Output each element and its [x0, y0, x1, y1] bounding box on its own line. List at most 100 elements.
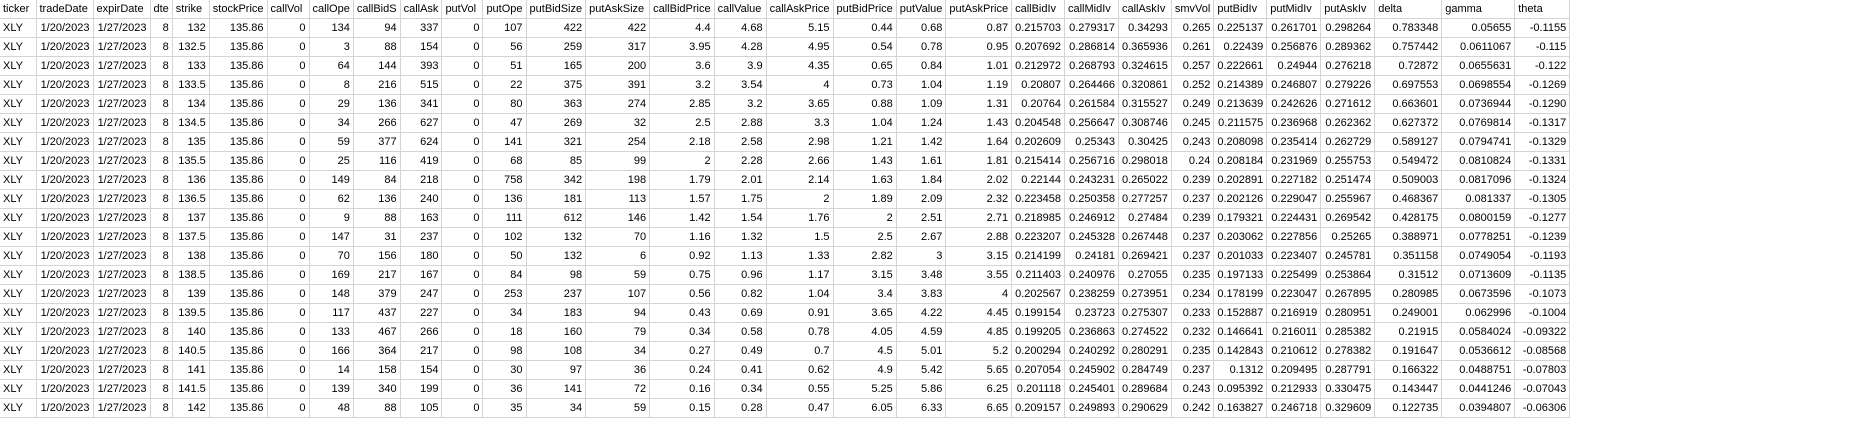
cell-putMidIv[interactable]: 0.256876: [1266, 37, 1322, 57]
cell-tradeDate[interactable]: 1/20/2023: [36, 246, 94, 266]
column-header-putBidPrice[interactable]: putBidPrice: [833, 0, 897, 19]
cell-putAskPrice[interactable]: 4: [945, 284, 1013, 304]
cell-callOpenInterest[interactable]: 64: [309, 56, 354, 76]
cell-putBidIv[interactable]: 0.178199: [1213, 284, 1268, 304]
cell-putOpenInterest[interactable]: 107: [482, 18, 527, 38]
cell-delta[interactable]: 0.509003: [1374, 170, 1443, 190]
cell-callMidIv[interactable]: 0.279317: [1064, 18, 1119, 38]
cell-callAskIv[interactable]: 0.265022: [1118, 170, 1172, 190]
cell-putOpenInterest[interactable]: 136: [482, 189, 527, 209]
cell-callBidIv[interactable]: 0.214199: [1011, 246, 1065, 266]
cell-ticker[interactable]: XLY: [0, 341, 37, 361]
cell-putBidSize[interactable]: 363: [526, 94, 587, 114]
cell-putBidPrice[interactable]: 3.4: [833, 284, 897, 304]
cell-callAskSize[interactable]: 154: [400, 360, 443, 380]
cell-putMidIv[interactable]: 0.223407: [1266, 246, 1322, 266]
cell-theta[interactable]: -0.1004: [1514, 303, 1571, 323]
cell-putBidIv[interactable]: 0.201033: [1213, 246, 1268, 266]
cell-delta[interactable]: 0.428175: [1374, 208, 1443, 228]
cell-putVolume[interactable]: 0: [441, 227, 484, 247]
cell-callMidIv[interactable]: 0.24181: [1064, 246, 1119, 266]
cell-strike[interactable]: 137: [172, 208, 210, 228]
cell-ticker[interactable]: XLY: [0, 56, 37, 76]
cell-callVolume[interactable]: 0: [267, 303, 310, 323]
column-header-ticker[interactable]: ticker: [0, 0, 37, 19]
cell-putMidIv[interactable]: 0.223047: [1266, 284, 1322, 304]
cell-strike[interactable]: 133: [172, 56, 210, 76]
cell-callBidPrice[interactable]: 0.92: [649, 246, 715, 266]
cell-callOpenInterest[interactable]: 133: [309, 322, 354, 342]
cell-callBidSize[interactable]: 94: [353, 18, 401, 38]
cell-callAskPrice[interactable]: 1.17: [766, 265, 834, 285]
cell-callBidPrice[interactable]: 3.95: [649, 37, 715, 57]
cell-stockPrice[interactable]: 135.86: [209, 284, 268, 304]
cell-strike[interactable]: 141: [172, 360, 210, 380]
cell-tradeDate[interactable]: 1/20/2023: [36, 170, 94, 190]
cell-strike[interactable]: 138: [172, 246, 210, 266]
cell-dte[interactable]: 8: [150, 132, 173, 152]
cell-callAskSize[interactable]: 167: [400, 265, 443, 285]
cell-callValue[interactable]: 1.13: [714, 246, 767, 266]
cell-tradeDate[interactable]: 1/20/2023: [36, 189, 94, 209]
cell-callOpenInterest[interactable]: 134: [309, 18, 354, 38]
cell-tradeDate[interactable]: 1/20/2023: [36, 284, 94, 304]
cell-stockPrice[interactable]: 135.86: [209, 75, 268, 95]
cell-putMidIv[interactable]: 0.210612: [1266, 341, 1322, 361]
cell-strike[interactable]: 134.5: [172, 113, 210, 133]
cell-gamma[interactable]: 0.0769814: [1441, 113, 1516, 133]
cell-ticker[interactable]: XLY: [0, 322, 37, 342]
cell-callValue[interactable]: 0.69: [714, 303, 767, 323]
cell-delta[interactable]: 0.388971: [1374, 227, 1443, 247]
cell-callBidSize[interactable]: 88: [353, 37, 401, 57]
cell-putAskSize[interactable]: 113: [585, 189, 651, 209]
cell-callOpenInterest[interactable]: 48: [309, 398, 354, 418]
cell-callOpenInterest[interactable]: 117: [309, 303, 354, 323]
cell-putValue[interactable]: 1.04: [896, 75, 947, 95]
cell-smvVol[interactable]: 0.245: [1171, 113, 1215, 133]
cell-putAskPrice[interactable]: 5.65: [945, 360, 1013, 380]
cell-gamma[interactable]: 0.081337: [1441, 189, 1516, 209]
cell-callAskIv[interactable]: 0.290629: [1118, 398, 1172, 418]
cell-putBidSize[interactable]: 321: [526, 132, 587, 152]
cell-putAskSize[interactable]: 146: [585, 208, 651, 228]
cell-putBidIv[interactable]: 0.202126: [1213, 189, 1268, 209]
cell-putAskPrice[interactable]: 6.65: [945, 398, 1013, 418]
cell-putOpenInterest[interactable]: 758: [482, 170, 527, 190]
cell-putAskPrice[interactable]: 3.15: [945, 246, 1013, 266]
cell-delta[interactable]: 0.783348: [1374, 18, 1443, 38]
cell-gamma[interactable]: 0.0749054: [1441, 246, 1516, 266]
cell-putBidSize[interactable]: 183: [526, 303, 587, 323]
column-header-putValue[interactable]: putValue: [896, 0, 947, 19]
cell-callMidIv[interactable]: 0.256647: [1064, 113, 1119, 133]
column-header-callOpenInterest[interactable]: callOpe: [309, 0, 354, 19]
column-header-callBidSize[interactable]: callBidS: [353, 0, 401, 19]
cell-gamma[interactable]: 0.0536612: [1441, 341, 1516, 361]
cell-gamma[interactable]: 0.0800159: [1441, 208, 1516, 228]
cell-ticker[interactable]: XLY: [0, 170, 37, 190]
cell-callAskPrice[interactable]: 1.04: [766, 284, 834, 304]
cell-putBidPrice[interactable]: 1.21: [833, 132, 897, 152]
cell-gamma[interactable]: 0.0611067: [1441, 37, 1516, 57]
cell-theta[interactable]: -0.1193: [1514, 246, 1571, 266]
cell-callBidPrice[interactable]: 1.57: [649, 189, 715, 209]
cell-putValue[interactable]: 1.84: [896, 170, 947, 190]
cell-dte[interactable]: 8: [150, 151, 173, 171]
cell-theta[interactable]: -0.06306: [1514, 398, 1571, 418]
cell-strike[interactable]: 141.5: [172, 379, 210, 399]
cell-delta[interactable]: 0.21915: [1374, 322, 1443, 342]
cell-expirDate[interactable]: 1/27/2023: [93, 113, 151, 133]
cell-callAskPrice[interactable]: 2.14: [766, 170, 834, 190]
cell-strike[interactable]: 133.5: [172, 75, 210, 95]
cell-smvVol[interactable]: 0.261: [1171, 37, 1215, 57]
cell-ticker[interactable]: XLY: [0, 75, 37, 95]
cell-putValue[interactable]: 5.01: [896, 341, 947, 361]
cell-callOpenInterest[interactable]: 147: [309, 227, 354, 247]
cell-dte[interactable]: 8: [150, 341, 173, 361]
cell-callMidIv[interactable]: 0.264466: [1064, 75, 1119, 95]
cell-callAskSize[interactable]: 199: [400, 379, 443, 399]
cell-callAskPrice[interactable]: 0.47: [766, 398, 834, 418]
cell-strike[interactable]: 139: [172, 284, 210, 304]
cell-tradeDate[interactable]: 1/20/2023: [36, 227, 94, 247]
cell-callValue[interactable]: 0.82: [714, 284, 767, 304]
column-header-callAskPrice[interactable]: callAskPrice: [766, 0, 834, 19]
